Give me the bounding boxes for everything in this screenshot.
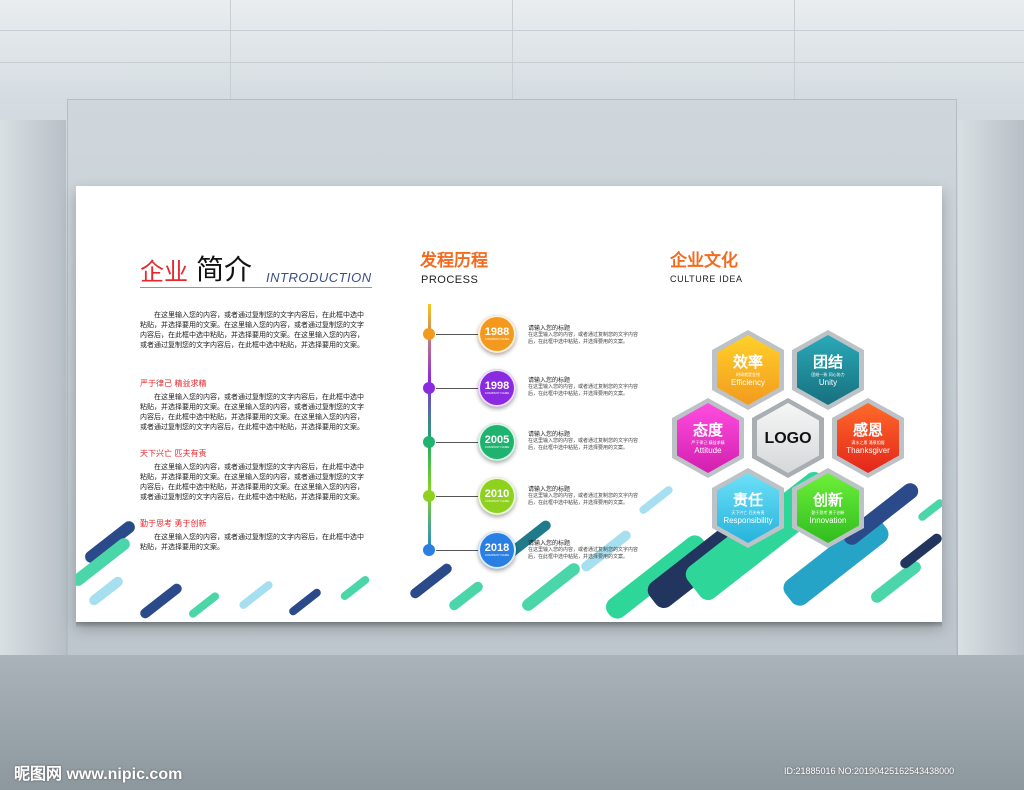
intro-title-red: 企业 (140, 258, 188, 286)
watermark-site: 昵图网 www.nipic.com (14, 766, 183, 783)
hex-en: Efficiency (730, 378, 766, 387)
ceiling-line (794, 0, 795, 100)
hex-thanksgiver: 感恩 滴水之恩 涌泉相报 Thanksgiver (832, 398, 904, 478)
stripe-decoration (408, 561, 454, 601)
stripe-decoration (187, 590, 221, 620)
stripe-decoration (339, 574, 371, 602)
year-tag: COMPANY NAME (484, 337, 510, 341)
stripe-decoration (519, 560, 583, 614)
hex-cn: 责任 (732, 491, 763, 509)
year-badge: 1988 COMPANY NAME (478, 315, 516, 353)
intro-subheading: 天下兴亡 匹夫有责 (140, 449, 207, 458)
timeline-dot (423, 328, 435, 340)
event-title: 请输入您的标题 (528, 325, 571, 332)
display-board: 企业 简介 INTRODUCTION 在这里输入您的内容，或者通过复制您的文字内… (76, 186, 942, 622)
ceiling-line (230, 0, 231, 100)
board-shadow (76, 622, 942, 628)
watermark-id: ID:21885016 NO:20190425162543438000 (784, 766, 955, 776)
intro-subheading: 勤于思考 勇于创新 (140, 519, 207, 528)
process-title: 发程历程 (420, 251, 488, 271)
timeline-dot (423, 436, 435, 448)
event-body: 在这里输入您的内容，或者通过复制您的文字内容后，在此框中选中粘贴，并选择要用的文… (528, 384, 639, 397)
hex-cn: 效率 (732, 353, 763, 371)
year-badge: 2005 COMPANY NAME (478, 423, 516, 461)
timeline-connector (436, 334, 480, 335)
stripe-decoration (637, 484, 675, 516)
culture-title: 企业文化 (670, 251, 738, 271)
hex-en: Responsibility (723, 516, 773, 525)
event-title: 请输入您的标题 (528, 431, 571, 438)
stripe-decoration (868, 558, 924, 606)
logo-placeholder: LOGO (764, 430, 812, 447)
intro-paragraph: 在这里输入您的内容，或者通过复制您的文字内容后，在此框中选中粘贴，并选择要用的文… (140, 533, 364, 551)
year-tag: COMPANY NAME (484, 499, 510, 503)
hex-cn: 态度 (692, 421, 723, 439)
culture-title-en: CULTURE IDEA (670, 274, 743, 284)
event-title: 请输入您的标题 (528, 486, 571, 493)
stripe-decoration (138, 581, 184, 621)
timeline-connector (436, 550, 480, 551)
intro-subheading: 严于律己 精益求精 (140, 379, 207, 388)
hex-cn: 创新 (812, 491, 843, 509)
year-tag: COMPANY NAME (484, 553, 510, 557)
timeline-line (428, 304, 431, 554)
timeline-connector (436, 496, 480, 497)
ceiling-line (512, 0, 513, 100)
hex-en: Unity (818, 378, 838, 387)
pillar-left (0, 120, 66, 660)
year-tag: COMPANY NAME (484, 445, 510, 449)
stripe-decoration (916, 497, 942, 523)
event-body: 在这里输入您的内容，或者通过复制您的文字内容后，在此框中选中粘贴，并选择要用的文… (528, 493, 639, 506)
hex-cn: 感恩 (852, 421, 883, 439)
timeline-connector (436, 388, 480, 389)
stripe-decoration (87, 574, 125, 608)
event-body: 在这里输入您的内容，或者通过复制您的文字内容后，在此框中选中粘贴，并选择要用的文… (528, 438, 639, 451)
stripe-decoration (237, 579, 275, 611)
year-badge: 2018 COMPANY NAME (478, 531, 516, 569)
intro-title-black: 简介 (196, 253, 253, 286)
process-title-en: PROCESS (421, 274, 479, 286)
timeline-dot (423, 544, 435, 556)
hex-cn: 团结 (812, 353, 843, 371)
intro-paragraph: 在这里输入您的内容，或者通过复制您的文字内容后，在此框中选中粘贴，并选择要用的文… (140, 463, 364, 501)
event-title: 请输入您的标题 (528, 540, 571, 547)
stripe-decoration (287, 587, 323, 617)
pillar-right (958, 120, 1024, 660)
hex-efficiency: 效率 时间就是金钱 Efficiency (712, 330, 784, 410)
timeline-dot (423, 382, 435, 394)
year-badge: 1998 COMPANY NAME (478, 369, 516, 407)
hex-unity: 团结 团结一致 同心协力 Unity (792, 330, 864, 410)
intro-paragraph: 在这里输入您的内容，或者通过复制您的文字内容后，在此框中选中粘贴，并选择要用的文… (140, 311, 364, 349)
intro-title-en: INTRODUCTION (266, 270, 372, 285)
hex-en: Innovation (809, 516, 847, 525)
hex-en: Thanksgiver (846, 446, 890, 455)
timeline-connector (436, 442, 480, 443)
event-body: 在这里输入您的内容，或者通过复制您的文字内容后，在此框中选中粘贴，并选择要用的文… (528, 547, 639, 560)
event-body: 在这里输入您的内容，或者通过复制您的文字内容后，在此框中选中粘贴，并选择要用的文… (528, 332, 639, 345)
year-tag: COMPANY NAME (484, 391, 510, 395)
intro-underline (140, 287, 372, 288)
hex-en: Attitude (694, 446, 722, 455)
year-badge: 2010 COMPANY NAME (478, 477, 516, 515)
stripe-decoration (447, 579, 485, 613)
hex-logo: LOGO (752, 398, 824, 478)
intro-paragraph: 在这里输入您的内容，或者通过复制您的文字内容后，在此框中选中粘贴，并选择要用的文… (140, 393, 364, 431)
timeline-dot (423, 490, 435, 502)
event-title: 请输入您的标题 (528, 377, 571, 384)
hex-attitude: 态度 严于律己 精益求精 Attitude (672, 398, 744, 478)
